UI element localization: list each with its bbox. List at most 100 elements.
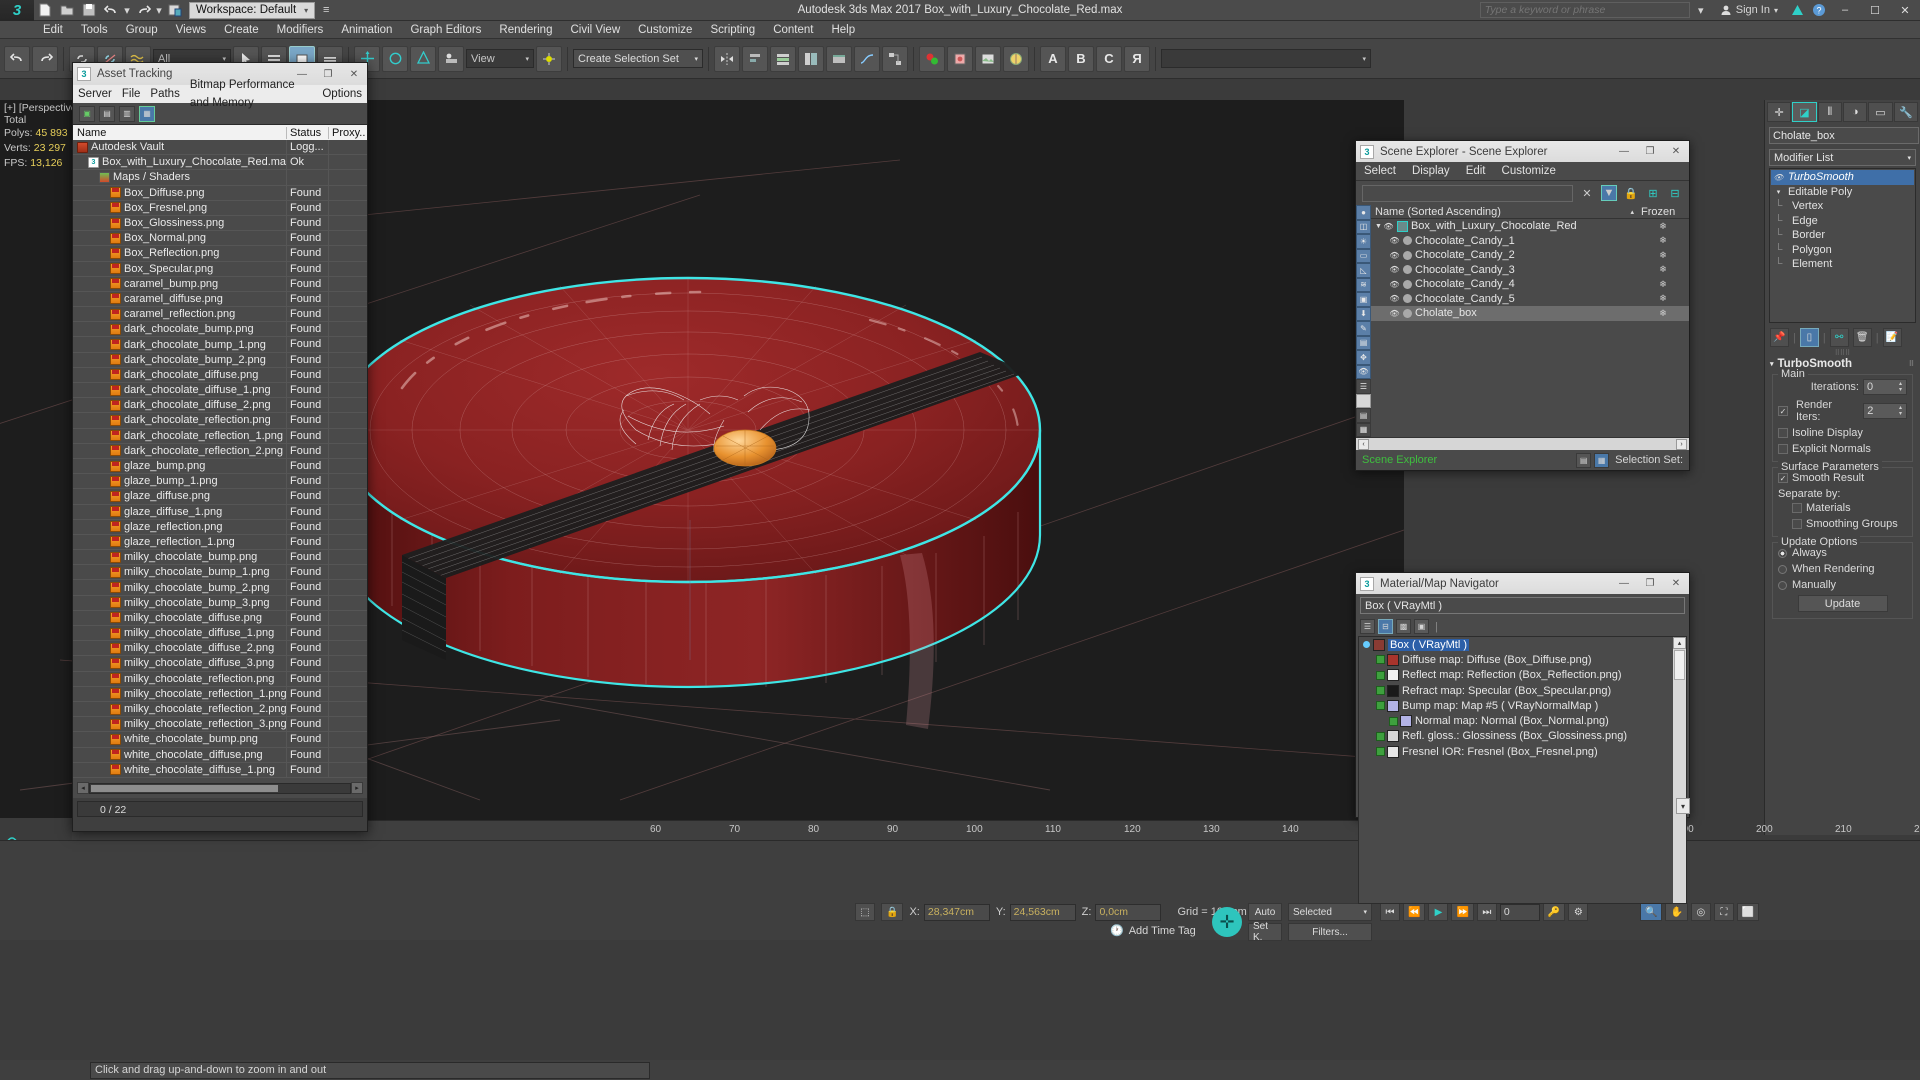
material-editor-icon[interactable] <box>919 45 945 72</box>
update-when-rendering-radio[interactable] <box>1778 564 1787 574</box>
scene-explorer-window[interactable]: 3 Scene Explorer - Scene Explorer — ❐ ✕ … <box>1355 140 1690 471</box>
undo-dropdown-icon[interactable]: ▾ <box>122 0 132 21</box>
asset-row[interactable]: Box_Reflection.png Found <box>73 246 367 262</box>
sort-list-icon[interactable]: ☰ <box>1356 379 1371 394</box>
key-mode-icon[interactable]: 🔑 <box>1542 903 1566 921</box>
frozen-toggle-icon[interactable]: ❄ <box>1637 279 1689 290</box>
scene-col-name[interactable]: Name (Sorted Ascending) <box>1371 206 1630 218</box>
frozen-toggle-icon[interactable]: ❄ <box>1637 293 1689 304</box>
key-mode-toggle-button[interactable]: ✛ <box>1212 907 1242 937</box>
asset-list[interactable]: Autodesk Vault Logg... 3 Box_with_Luxury_Ch… <box>73 140 367 778</box>
asset-row[interactable]: white_chocolate_diffuse_1.png Found <box>73 762 367 778</box>
tab-motion[interactable]: ◑ <box>1842 102 1868 122</box>
current-material-field[interactable]: Box ( VRayMtl ) <box>1360 597 1685 614</box>
zoom-icon[interactable]: 🔍 <box>1640 903 1663 921</box>
curve-editor-icon[interactable] <box>854 45 880 72</box>
help-icon[interactable]: ? <box>1808 0 1830 21</box>
scene-node-row[interactable]: 👁 Chocolate_Candy_5 ❄ <box>1371 292 1689 307</box>
z-coordinate[interactable]: Z: 0,0cm <box>1082 903 1162 921</box>
asset-row[interactable]: glaze_diffuse.png Found <box>73 489 367 505</box>
text-c-icon[interactable]: C <box>1096 45 1122 72</box>
update-always-row[interactable]: Always <box>1778 547 1907 559</box>
asset-row[interactable]: milky_chocolate_bump.png Found <box>73 550 367 566</box>
ribbon-icon[interactable] <box>826 45 852 72</box>
render-setup-icon[interactable] <box>947 45 973 72</box>
material-node-row[interactable]: Box ( VRayMtl ) <box>1359 637 1686 652</box>
asset-row[interactable]: milky_chocolate_bump_2.png Found <box>73 580 367 596</box>
placement-icon[interactable] <box>438 45 464 72</box>
modifier-stack-item[interactable]: 👁 TurboSmooth <box>1771 170 1914 185</box>
add-time-tag-icon[interactable]: 🕐 <box>1110 924 1124 937</box>
list-view-icon[interactable]: ☰ <box>1360 619 1375 634</box>
tab-modify[interactable]: ◪ <box>1792 102 1817 122</box>
isoline-row[interactable]: Isoline Display <box>1778 427 1907 439</box>
workspace-menu-icon[interactable]: ≡ <box>315 0 337 21</box>
modifier-list-dropdown[interactable]: Modifier List ▾ <box>1769 149 1916 166</box>
scene-node-row[interactable]: 👁 Cholate_box ❄ <box>1371 306 1689 321</box>
layers-filter-icon[interactable]: ▤ <box>1356 335 1371 350</box>
filter-icon[interactable]: ▼ <box>1601 185 1617 201</box>
detail-view-icon[interactable]: ▦ <box>139 105 155 122</box>
expand-arrow-icon[interactable]: ▼ <box>1375 223 1382 230</box>
text-b-icon[interactable]: B <box>1068 45 1094 72</box>
schematic-view-icon[interactable] <box>882 45 908 72</box>
isoline-checkbox[interactable] <box>1778 428 1788 438</box>
column-status[interactable]: Status <box>287 126 329 139</box>
update-always-radio[interactable] <box>1778 548 1787 558</box>
redo-dropdown-icon[interactable]: ▾ <box>154 0 164 21</box>
menu-item-animation[interactable]: Animation <box>332 21 401 39</box>
asset-row[interactable]: milky_chocolate_diffuse_2.png Found <box>73 641 367 657</box>
scene-tree-hscrollbar[interactable]: ‹ › <box>1356 437 1689 450</box>
menu-item-group[interactable]: Group <box>117 21 167 39</box>
modifier-visibility-icon[interactable]: 👁 <box>1773 173 1784 182</box>
material-close-button[interactable]: ✕ <box>1663 573 1689 594</box>
visibility-eye-icon[interactable]: 👁 <box>1389 309 1400 318</box>
spacewarps-filter-icon[interactable]: ≋ <box>1356 277 1371 292</box>
search-dropdown-icon[interactable]: ▾ <box>1690 0 1712 21</box>
reference-coordinate-system[interactable]: View ▾ <box>466 49 534 68</box>
menu-item-views[interactable]: Views <box>167 21 215 39</box>
menu-item-edit[interactable]: Edit <box>1458 162 1494 181</box>
asset-row[interactable]: milky_chocolate_reflection_1.png Found <box>73 686 367 702</box>
tab-hierarchy[interactable]: ⫴ <box>1817 102 1842 122</box>
menu-item-server[interactable]: Server <box>73 85 117 103</box>
modifier-stack-item[interactable]: └ Vertex <box>1771 199 1914 214</box>
rendered-frame-window-icon[interactable] <box>975 45 1001 72</box>
visibility-eye-icon[interactable]: 👁 <box>1389 251 1400 260</box>
asset-row[interactable]: caramel_reflection.png Found <box>73 307 367 323</box>
go-to-end-icon[interactable]: ⏭ <box>1476 903 1497 921</box>
smoothing-groups-checkbox[interactable] <box>1792 519 1802 529</box>
sign-in-button[interactable]: Sign In ▾ <box>1712 4 1786 16</box>
make-unique-icon[interactable]: ⚯ <box>1829 328 1849 347</box>
material-node-row[interactable]: Refract map: Specular (Box_Specular.png) <box>1359 683 1686 698</box>
scene-close-button[interactable]: ✕ <box>1663 141 1689 162</box>
hidden-filter-icon[interactable]: 👁 <box>1356 364 1371 379</box>
text-a-icon[interactable]: A <box>1040 45 1066 72</box>
scene-node-row[interactable]: 👁 Chocolate_Candy_2 ❄ <box>1371 248 1689 263</box>
modifier-stack-item[interactable]: ▾ Editable Poly <box>1771 185 1914 200</box>
menu-item-options[interactable]: Options <box>317 85 367 103</box>
scene-maximize-button[interactable]: ❐ <box>1637 141 1663 162</box>
text-r-icon[interactable]: Я <box>1124 45 1150 72</box>
scene-node-row[interactable]: 👁 Chocolate_Candy_3 ❄ <box>1371 263 1689 278</box>
redo-icon[interactable] <box>132 0 154 21</box>
asset-row[interactable]: dark_chocolate_reflection.png Found <box>73 413 367 429</box>
menu-item-scripting[interactable]: Scripting <box>701 21 764 39</box>
asset-close-button[interactable]: ✕ <box>341 63 367 85</box>
asset-maximize-button[interactable]: ❐ <box>315 63 341 85</box>
menu-item-civil-view[interactable]: Civil View <box>561 21 629 39</box>
scroll-right-icon[interactable]: › <box>1676 438 1687 450</box>
material-vscrollbar[interactable]: ▴ <box>1673 637 1686 903</box>
pin-stack-icon[interactable]: 📌 <box>1770 328 1789 347</box>
explicit-normals-row[interactable]: Explicit Normals <box>1778 443 1907 455</box>
menu-item-content[interactable]: Content <box>764 21 822 39</box>
scene-search-input[interactable] <box>1362 184 1573 202</box>
workspace-selector[interactable]: Workspace: Default ▾ <box>189 1 316 19</box>
pan-icon[interactable]: ✋ <box>1665 903 1688 921</box>
vscroll-thumb[interactable] <box>1674 650 1685 680</box>
visibility-eye-icon[interactable]: 👁 <box>1389 280 1400 289</box>
update-when-rendering-row[interactable]: When Rendering <box>1778 563 1907 575</box>
tab-utilities[interactable]: 🔧 <box>1893 102 1918 122</box>
go-to-start-icon[interactable]: ⏮ <box>1380 903 1400 921</box>
undo-icon[interactable] <box>100 0 122 21</box>
